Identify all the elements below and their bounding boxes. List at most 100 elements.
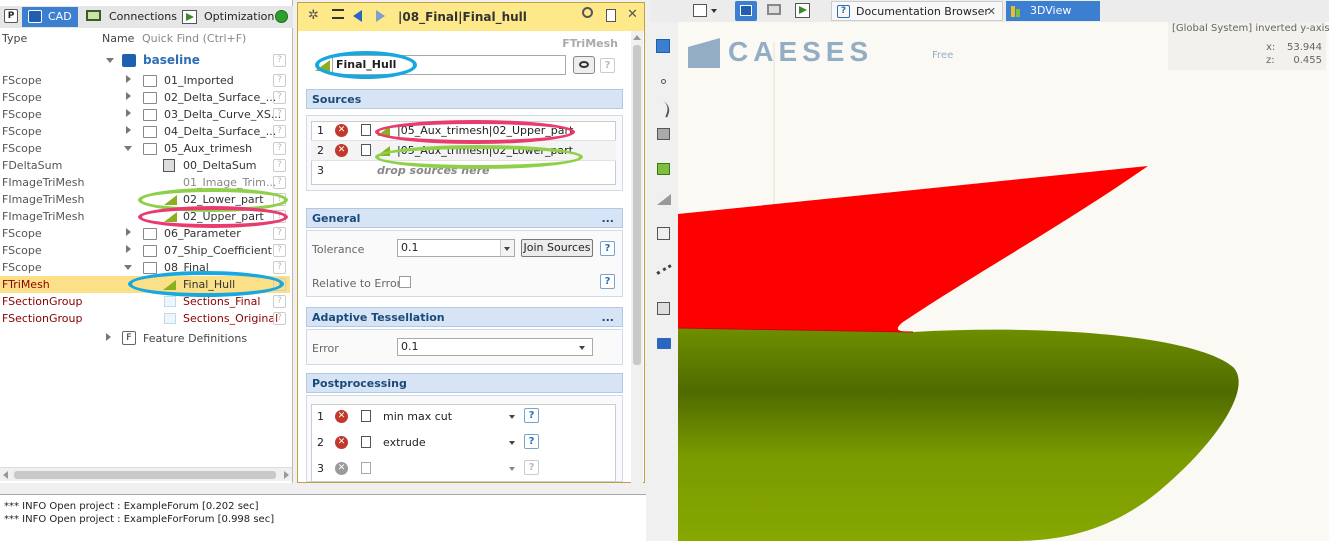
tree-row[interactable]: FImageTriMesh 02_Upper_part ? — [0, 208, 290, 225]
chevron-down-icon[interactable] — [509, 415, 515, 419]
expand-icon[interactable] — [126, 228, 131, 236]
tolerance-input[interactable]: 0.1 — [397, 239, 515, 257]
monitor-icon[interactable] — [767, 4, 781, 15]
tab-connections[interactable]: Connections — [82, 7, 177, 27]
relative-error-checkbox[interactable] — [399, 276, 411, 288]
chevron-down-icon[interactable] — [509, 441, 515, 445]
tree-row[interactable]: FDeltaSum 00_DeltaSum ? — [0, 157, 290, 174]
vertical-scrollbar[interactable] — [631, 31, 643, 483]
copy-icon[interactable] — [606, 9, 616, 22]
layout-icon[interactable] — [693, 4, 707, 17]
remove-icon[interactable]: ✕ — [335, 144, 348, 157]
chevron-down-icon[interactable] — [711, 9, 717, 13]
remove-icon[interactable]: ✕ — [335, 462, 348, 475]
adaptive-header[interactable]: Adaptive Tessellation ... — [306, 307, 623, 327]
back-arrow-icon[interactable] — [353, 10, 362, 22]
forward-arrow-icon[interactable] — [376, 10, 385, 22]
more-icon[interactable]: ... — [601, 308, 614, 327]
source-drop-row[interactable]: 3 drop sources here — [311, 161, 616, 181]
help-icon[interactable]: ? — [273, 210, 286, 223]
help-icon[interactable]: ? — [273, 176, 286, 189]
tab-documentation-browser[interactable]: ? Documentation Browser ✕ — [831, 1, 1003, 21]
tree-row[interactable]: FScope 08_Final ? — [0, 259, 290, 276]
trimesh-icon[interactable] — [657, 194, 671, 205]
remove-icon[interactable]: ✕ — [335, 436, 348, 449]
help-button[interactable]: ? — [600, 241, 615, 256]
expand-icon[interactable] — [126, 75, 131, 83]
search-icon[interactable] — [582, 7, 593, 18]
chevron-down-icon[interactable] — [579, 346, 585, 350]
help-icon[interactable]: ? — [273, 244, 286, 257]
tree-row[interactable]: FScope 01_Imported ? — [0, 72, 290, 89]
collapse-icon[interactable] — [106, 58, 114, 63]
tab-cad[interactable]: CAD — [22, 7, 78, 27]
point-icon[interactable] — [661, 79, 666, 84]
tree-row[interactable]: FScope 02_Delta_Surface_... ? — [0, 89, 290, 106]
close-icon[interactable]: ✕ — [987, 2, 996, 22]
tab-optimization[interactable]: Optimization — [178, 7, 274, 27]
edit-icon[interactable] — [361, 462, 371, 474]
folder-icon[interactable] — [657, 338, 671, 349]
object-name-field[interactable]: Final_Hull — [332, 55, 566, 75]
help-icon[interactable]: ? — [273, 142, 286, 155]
post-row[interactable]: 1 ✕ min max cut ? — [311, 406, 616, 428]
join-sources-button[interactable]: Join Sources — [521, 239, 593, 257]
dotted-line-icon[interactable] — [656, 264, 672, 275]
help-button[interactable]: ? — [524, 460, 539, 475]
post-row[interactable]: 2 ✕ extrude ? — [311, 432, 616, 454]
sources-header[interactable]: Sources — [306, 89, 623, 109]
help-button[interactable]: ? — [524, 408, 539, 423]
help-button[interactable]: ? — [524, 434, 539, 449]
expand-icon[interactable] — [126, 245, 131, 253]
edit-icon[interactable] — [361, 436, 371, 448]
error-input[interactable]: 0.1 — [397, 338, 593, 356]
chevron-down-icon[interactable] — [509, 467, 515, 471]
edit-icon[interactable] — [361, 124, 371, 136]
tree-row[interactable]: FScope 06_Parameter ? — [0, 225, 290, 242]
select-icon[interactable] — [656, 39, 670, 53]
help-icon[interactable]: ? — [273, 227, 286, 240]
delta-icon[interactable] — [657, 227, 670, 240]
expand-icon[interactable] — [126, 109, 131, 117]
status-icon[interactable] — [275, 10, 288, 23]
remove-icon[interactable]: ✕ — [335, 124, 348, 137]
help-button[interactable]: ? — [600, 274, 615, 289]
help-icon[interactable]: ? — [273, 159, 286, 172]
more-icon[interactable]: ... — [601, 209, 614, 228]
help-icon[interactable]: ? — [273, 54, 286, 67]
tree-row-selected[interactable]: FTriMesh Final_Hull ? — [0, 276, 290, 293]
help-button[interactable]: ? — [600, 58, 615, 73]
expand-icon[interactable] — [126, 126, 131, 134]
help-icon[interactable]: ? — [273, 91, 286, 104]
tree-row[interactable]: FSectionGroup Sections_Final ? — [0, 293, 290, 310]
tab-3dview[interactable]: 3DView — [1006, 1, 1100, 21]
tree-row-feature-definitions[interactable]: F Feature Definitions — [0, 330, 290, 347]
collapse-icon[interactable] — [124, 146, 132, 151]
help-icon[interactable]: ? — [273, 312, 286, 325]
pin-icon[interactable]: ✲ — [308, 8, 319, 23]
postprocessing-header[interactable]: Postprocessing — [306, 373, 623, 393]
tree-row[interactable]: FScope 03_Delta_Curve_XS... ? — [0, 106, 290, 123]
remove-icon[interactable]: ✕ — [335, 410, 348, 423]
edit-icon[interactable] — [361, 144, 371, 156]
edit-icon[interactable] — [361, 410, 371, 422]
source-row[interactable]: 1 ✕ |05_Aux_trimesh|02_Upper_part — [311, 121, 616, 141]
expand-icon[interactable] — [126, 92, 131, 100]
expand-icon[interactable] — [106, 333, 111, 341]
tree-row[interactable]: FScope 05_Aux_trimesh ? — [0, 140, 290, 157]
curve-icon[interactable] — [655, 100, 673, 118]
mesh-icon[interactable] — [657, 302, 670, 315]
close-icon[interactable]: ✕ — [627, 7, 638, 22]
project-icon[interactable]: P — [4, 9, 18, 23]
help-icon[interactable]: ? — [273, 108, 286, 121]
tree-row[interactable]: FImageTriMesh 02_Lower_part ? — [0, 191, 290, 208]
3d-viewport[interactable]: CAESES Free [Global System] inverted y-a… — [678, 22, 1329, 541]
tree-row[interactable]: FScope 04_Delta_Surface_... ? — [0, 123, 290, 140]
horizontal-scrollbar[interactable] — [0, 467, 292, 481]
surface-icon[interactable] — [657, 128, 670, 140]
help-icon[interactable]: ? — [273, 193, 286, 206]
help-icon[interactable]: ? — [273, 295, 286, 308]
tree-row[interactable]: FScope 07_Ship_Coefficient ? — [0, 242, 290, 259]
tree-row[interactable]: FImageTriMesh 01_Image_Trim... ? — [0, 174, 290, 191]
help-icon[interactable]: ? — [273, 261, 286, 274]
